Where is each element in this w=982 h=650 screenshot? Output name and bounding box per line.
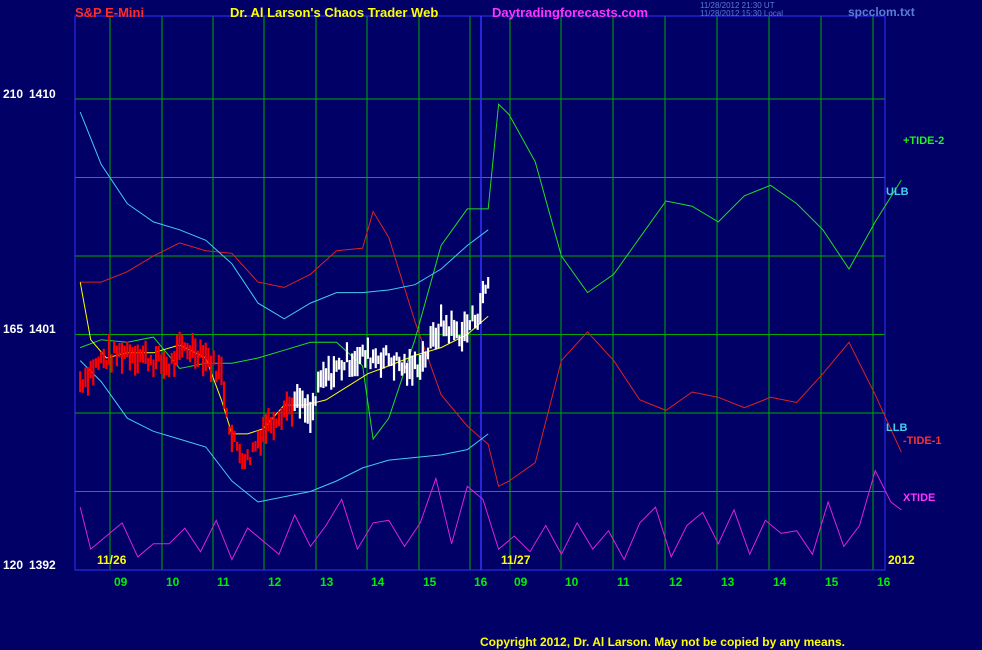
chart-grid: [75, 16, 885, 570]
x-tick-label: 09: [514, 575, 528, 589]
chart-canvas: [74, 15, 902, 571]
x-tick-label: 09: [114, 575, 128, 589]
site-url[interactable]: Daytradingforecasts.com: [492, 5, 648, 20]
y-label-price-bottom: 1392: [29, 558, 56, 572]
y-label-price-top: 1410: [29, 87, 56, 101]
legend-tide1: -TIDE-1: [903, 435, 942, 447]
instrument-title: S&P E-Mini: [75, 5, 145, 20]
copyright: Copyright 2012, Dr. Al Larson. May not b…: [480, 635, 845, 649]
price-bars: [79, 277, 490, 470]
date-label-day1: 11/26: [97, 553, 127, 567]
x-tick-label: 13: [320, 575, 334, 589]
x-tick-label: 13: [721, 575, 735, 589]
x-tick-label: 15: [825, 575, 839, 589]
series-llb: [79, 360, 489, 503]
site-title: Dr. Al Larson's Chaos Trader Web: [230, 5, 439, 20]
x-tick-label: 11: [217, 575, 230, 589]
year-label: 2012: [888, 553, 915, 567]
legend-llb: LLB: [886, 422, 908, 434]
date-label-day2: 11/27: [501, 553, 531, 567]
y-label-osc-mid: 165: [3, 322, 24, 336]
x-tick-label: 10: [565, 575, 579, 589]
x-tick-label: 12: [669, 575, 683, 589]
x-tick-label: 14: [773, 575, 787, 589]
x-tick-label: 15: [423, 575, 437, 589]
legend-xtide: XTIDE: [903, 492, 936, 504]
y-label-osc-bottom: 120: [3, 558, 24, 572]
x-tick-label: 12: [268, 575, 282, 589]
series-tide-2: [80, 103, 902, 441]
y-label-price-mid: 1401: [29, 322, 56, 336]
x-tick-label: 11: [617, 575, 630, 589]
x-tick-label: 10: [166, 575, 180, 589]
timestamp-local: 11/28/2012 15:30 Local: [700, 9, 784, 18]
series-xtide: [79, 469, 902, 561]
y-label-osc-top: 210: [3, 87, 24, 101]
x-tick-label: 16: [474, 575, 488, 589]
legend-tide2: +TIDE-2: [903, 135, 945, 147]
filename: spcclom.txt: [848, 5, 915, 19]
legend-ulb: ULB: [886, 186, 909, 198]
x-tick-label: 14: [371, 575, 385, 589]
x-tick-label: 16: [877, 575, 891, 589]
